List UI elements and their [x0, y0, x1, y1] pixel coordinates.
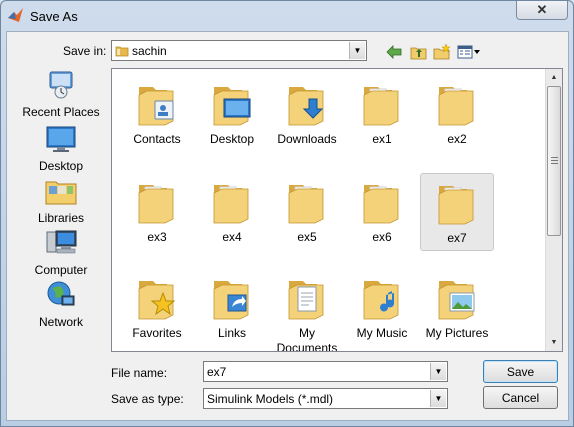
- file-item-name: ex5: [297, 230, 317, 244]
- folder-icon: [138, 87, 174, 126]
- file-item[interactable]: My Music: [345, 269, 419, 347]
- matlab-logo-icon: [8, 8, 23, 22]
- file-item[interactable]: ex6: [345, 173, 419, 251]
- view-menu-icon: [457, 45, 480, 59]
- file-item-name: ex2: [447, 132, 467, 146]
- file-item-name: ex4: [222, 230, 242, 244]
- folder-icon: [213, 185, 249, 224]
- folder-icon: [115, 46, 129, 57]
- file-item-name: ex6: [372, 230, 392, 244]
- back-button[interactable]: [384, 42, 404, 62]
- folder-icon: [438, 186, 474, 225]
- folder-icon: [213, 281, 249, 320]
- cancel-button-label: Cancel: [501, 390, 540, 405]
- new-folder-button[interactable]: [432, 42, 452, 62]
- file-item[interactable]: ex2: [420, 75, 494, 153]
- save-as-type-value: Simulink Models (*.mdl): [207, 392, 334, 406]
- place-libraries[interactable]: Libraries: [13, 176, 109, 228]
- scroll-up-icon[interactable]: ▲: [546, 69, 562, 86]
- folder-icon: [363, 281, 399, 320]
- libraries-icon: [45, 181, 77, 205]
- save-as-type-label: Save as type:: [111, 392, 184, 406]
- folder-icon: [138, 185, 174, 224]
- cancel-button[interactable]: Cancel: [483, 386, 558, 409]
- folder-icon: [288, 281, 324, 320]
- file-item-name: Contacts: [133, 132, 181, 146]
- file-item[interactable]: Links: [195, 269, 269, 347]
- place-label: Computer: [34, 263, 88, 277]
- file-name-field[interactable]: ▼: [203, 361, 448, 382]
- save-as-dialog: Save As ✕ Save in: sachin ▼ Recent Place…: [0, 0, 574, 427]
- file-item-name: My Documents: [276, 326, 338, 352]
- file-item[interactable]: Favorites: [120, 269, 194, 347]
- title-bar[interactable]: Save As ✕: [1, 1, 573, 31]
- up-folder-icon: [410, 47, 426, 59]
- file-item-name: ex3: [147, 230, 167, 244]
- save-button[interactable]: Save: [483, 360, 558, 383]
- save-in-value: sachin: [132, 44, 167, 58]
- back-arrow-icon: [386, 45, 402, 59]
- recent-places-icon: [49, 71, 73, 99]
- new-folder-icon: [433, 44, 451, 60]
- desktop-icon: [46, 126, 76, 152]
- folder-icon: [288, 87, 324, 126]
- chevron-down-icon[interactable]: ▼: [430, 390, 446, 407]
- place-computer[interactable]: Computer: [13, 228, 109, 280]
- close-icon: ✕: [536, 2, 548, 17]
- file-item[interactable]: ex4: [195, 173, 269, 251]
- view-menu-button[interactable]: [456, 42, 482, 62]
- folder-icon: [138, 281, 176, 320]
- file-item-name: My Music: [356, 326, 408, 340]
- folder-icon: [363, 87, 399, 126]
- file-item-name: ex1: [372, 132, 392, 146]
- folder-icon: [213, 87, 251, 126]
- file-item-name: Downloads: [277, 132, 337, 146]
- file-item[interactable]: My Documents: [270, 269, 344, 352]
- file-item[interactable]: ex5: [270, 173, 344, 251]
- save-as-type-dropdown[interactable]: Simulink Models (*.mdl) ▼: [203, 388, 448, 409]
- folder-icon: [363, 185, 399, 224]
- file-item[interactable]: ex3: [120, 173, 194, 251]
- chevron-down-icon[interactable]: ▼: [430, 363, 446, 380]
- window-title: Save As: [30, 9, 78, 24]
- file-item-name: Desktop: [209, 132, 255, 146]
- scroll-down-icon[interactable]: ▼: [546, 334, 562, 351]
- folder-icon: [438, 281, 475, 320]
- save-in-label: Save in:: [63, 44, 107, 58]
- file-item[interactable]: ex1: [345, 75, 419, 153]
- file-item-name: Links: [217, 326, 246, 340]
- computer-icon: [46, 230, 77, 254]
- dialog-body: Save in: sachin ▼ Recent Places Desktop …: [6, 31, 569, 421]
- folder-icon: [438, 87, 474, 126]
- file-item[interactable]: Downloads: [270, 75, 344, 153]
- file-item-name: My Pictures: [425, 326, 489, 340]
- place-label: Network: [38, 315, 83, 329]
- file-item[interactable]: Desktop: [195, 75, 269, 153]
- file-item-name: Favorites: [132, 326, 182, 340]
- place-network[interactable]: Network: [13, 280, 109, 332]
- up-folder-button[interactable]: [408, 42, 428, 62]
- save-in-dropdown[interactable]: sachin ▼: [111, 40, 367, 61]
- file-item[interactable]: Contacts: [120, 75, 194, 153]
- network-icon: [47, 281, 75, 306]
- place-label: Libraries: [37, 211, 85, 225]
- vertical-scrollbar[interactable]: ▲ ▼: [545, 69, 562, 351]
- file-name-label: File name:: [111, 366, 168, 380]
- close-button[interactable]: ✕: [516, 1, 568, 20]
- save-button-label: Save: [506, 364, 535, 379]
- file-item-name: ex7: [447, 231, 467, 245]
- chevron-down-icon[interactable]: ▼: [349, 42, 365, 59]
- place-label: Desktop: [38, 159, 84, 173]
- place-label: Recent Places: [22, 105, 100, 119]
- file-name-input[interactable]: [206, 363, 426, 380]
- place-recent-places[interactable]: Recent Places: [13, 70, 109, 122]
- file-item[interactable]: ex7: [420, 173, 494, 251]
- place-desktop[interactable]: Desktop: [13, 124, 109, 176]
- file-list[interactable]: Contacts Desktop Downloads ex1 ex2 ex3 ex4 ex5 e…: [111, 68, 563, 352]
- folder-icon: [288, 185, 324, 224]
- file-item[interactable]: My Pictures: [420, 269, 494, 347]
- toolbar: [384, 42, 482, 62]
- scroll-thumb[interactable]: [547, 86, 561, 236]
